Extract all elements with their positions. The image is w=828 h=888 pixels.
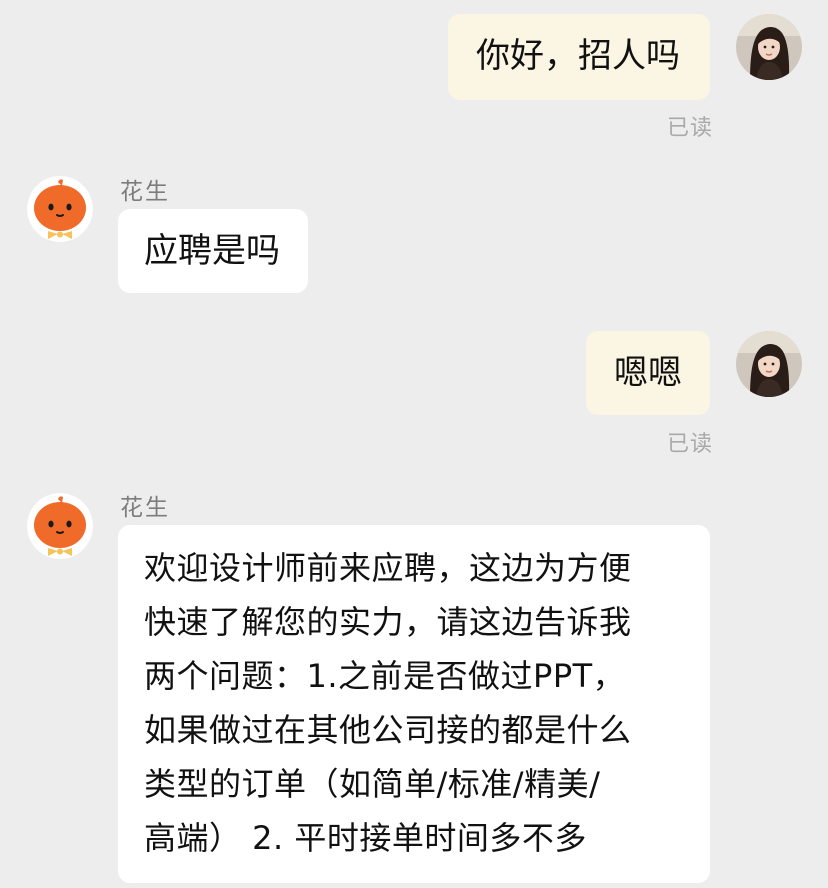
read-status: 已读 [666,432,713,457]
my-message-bubble[interactable]: 嗯嗯 [586,331,710,415]
their-message-bubble[interactable]: 欢迎设计师前来应聘，这边为方便 快速了解您的实力，请这边告诉我 两个问题：1.之… [118,525,710,883]
message-line: 两个问题：1.之前是否做过PPT， [144,657,626,695]
my-avatar[interactable] [736,14,802,80]
orange-pumpkin-mascot-icon [27,176,93,242]
orange-pumpkin-mascot-icon [27,493,93,559]
huasheng-avatar[interactable] [27,493,93,559]
message-line: 欢迎设计师前来应聘，这边为方便 [144,549,632,587]
read-status: 已读 [666,116,713,141]
message-line: 类型的订单（如简单/标准/精美/ [144,765,601,803]
message-text: 应聘是吗 [144,231,280,271]
my-message-bubble[interactable]: 你好，招人吗 [448,14,710,100]
huasheng-avatar[interactable] [27,176,93,242]
message-line: 如果做过在其他公司接的都是什么 [144,711,632,749]
sender-name: 花生 [120,179,170,205]
message-line: 高端） 2. 平时接单时间多不多 [144,819,587,857]
sender-name: 花生 [120,495,170,521]
message-text: 你好，招人吗 [476,36,680,76]
their-message-bubble[interactable]: 应聘是吗 [118,209,308,293]
message-line: 快速了解您的实力，请这边告诉我 [144,603,632,641]
my-avatar[interactable] [736,331,802,397]
user-photo-avatar-icon [736,14,802,80]
user-photo-avatar-icon [736,331,802,397]
chat-conversation: 你好，招人吗 已读 花生 应聘是吗 嗯嗯 已读 花生 欢迎设计师前来应聘，这边为… [0,0,828,888]
message-text: 嗯嗯 [614,353,682,393]
